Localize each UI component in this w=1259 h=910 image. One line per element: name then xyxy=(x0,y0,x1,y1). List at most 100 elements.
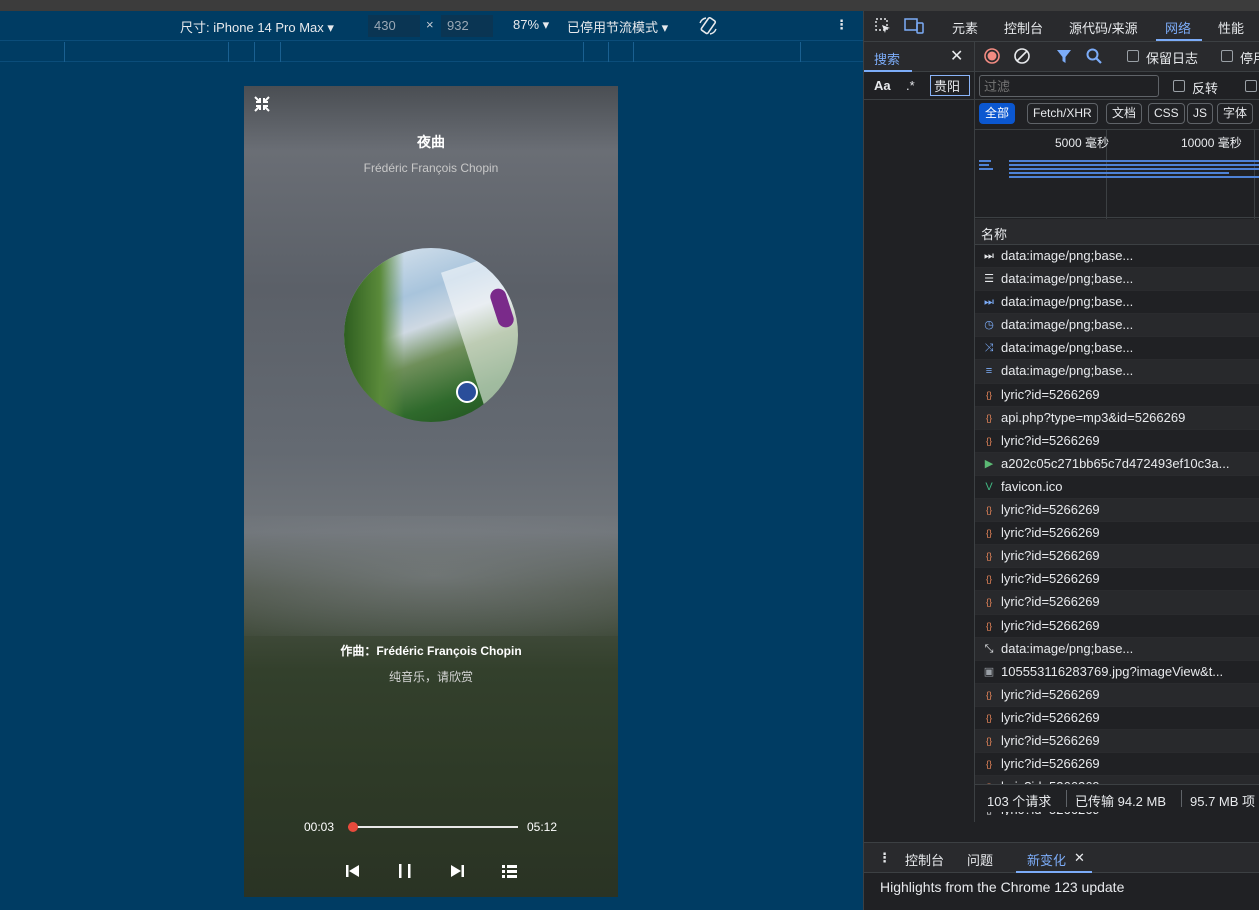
request-row[interactable]: {} api.php?type=mp3&id=5266269 xyxy=(975,406,1259,430)
rotate-icon[interactable] xyxy=(697,15,719,37)
request-name: lyric?id=5266269 xyxy=(1001,386,1100,402)
device-select[interactable]: 尺寸: iPhone 14 Pro Max ▾ xyxy=(180,17,334,36)
zoom-select[interactable]: 87% ▾ xyxy=(513,17,549,33)
request-row[interactable]: {} lyric?id=5266269 xyxy=(975,683,1259,707)
request-count: 103 个请求 xyxy=(987,794,1052,809)
request-row[interactable]: {} lyric?id=5266269 xyxy=(975,591,1259,615)
devtools-panel: 元素 控制台 源代码/来源 网络 性能 搜索 ✕ Aa .* 贵阳 保留日志 停… xyxy=(863,11,1259,910)
times-sign: × xyxy=(426,17,434,32)
timeline-label-5000: 5000 毫秒 xyxy=(1055,136,1110,150)
request-name: lyric?id=5266269 xyxy=(1001,594,1100,610)
search-input[interactable] xyxy=(930,75,970,96)
record-icon[interactable] xyxy=(983,47,1001,65)
invert-label: 反转 xyxy=(1192,81,1219,96)
request-row[interactable]: ⤡ data:image/png;base... xyxy=(975,637,1259,661)
close-icon[interactable]: ✕ xyxy=(1074,850,1085,866)
transferred-size: 已传输 94.2 MB xyxy=(1075,794,1167,809)
request-row[interactable]: Vfavicon.ico xyxy=(975,476,1259,500)
request-row[interactable]: {} lyric?id=5266269 xyxy=(975,707,1259,730)
request-name: lyric?id=5266269 xyxy=(1001,548,1100,564)
close-icon[interactable]: ✕ xyxy=(950,46,963,66)
request-row[interactable]: ⏭ data:image/png;base... xyxy=(975,291,1259,315)
chevron-down-icon: ▾ xyxy=(542,17,550,32)
search-drawer: 搜索 ✕ Aa .* xyxy=(864,42,975,822)
lyric-line-current: 作曲：Frédéric François Chopin xyxy=(340,644,522,658)
search-icon[interactable] xyxy=(1085,47,1103,65)
preserve-log-checkbox[interactable] xyxy=(1127,50,1139,62)
drawer-tabbar: ⋮ 控制台 问题 新变化 ✕ xyxy=(864,842,1259,873)
request-row[interactable]: ≡ data:image/png;base... xyxy=(975,360,1259,384)
column-header-name[interactable]: 名称 xyxy=(975,219,1259,245)
request-row[interactable]: ◷ data:image/png;base... xyxy=(975,314,1259,338)
chevron-down-icon: ▾ xyxy=(661,20,669,35)
request-row[interactable]: ⤨ data:image/png;base... xyxy=(975,337,1259,361)
progress-slider[interactable] xyxy=(347,822,518,832)
request-row[interactable]: {} lyric?id=5266269 xyxy=(975,430,1259,453)
network-panel: 保留日志 停用 反转 全部 Fetch/XHR 文档 CSS JS 字体 500… xyxy=(975,42,1259,822)
request-name: data:image/png;base... xyxy=(1001,640,1134,656)
request-row[interactable]: {} lyric?id=5266269 xyxy=(975,615,1259,638)
height-input[interactable]: 932 xyxy=(441,15,493,37)
request-row[interactable]: {} lyric?id=5266269 xyxy=(975,729,1259,754)
next-icon[interactable] xyxy=(448,862,466,880)
pause-icon[interactable] xyxy=(396,862,414,880)
request-name: api.php?type=mp3&id=5266269 xyxy=(1001,409,1186,425)
drawer-tab-issues[interactable]: 问题 xyxy=(967,850,993,869)
type-css[interactable]: CSS xyxy=(1148,103,1185,124)
more-options-icon[interactable]: ⋮ xyxy=(835,17,848,33)
type-all[interactable]: 全部 xyxy=(979,103,1016,124)
invert-checkbox[interactable] xyxy=(1173,80,1185,92)
json-icon: {} xyxy=(985,435,992,446)
request-row[interactable]: {} lyric?id=5266269 xyxy=(975,522,1259,546)
request-row[interactable]: {} lyric?id=5266269 xyxy=(975,384,1259,407)
tab-network[interactable]: 网络 xyxy=(1165,18,1191,37)
json-icon: {} xyxy=(985,759,992,770)
search-tab[interactable]: 搜索 xyxy=(874,49,900,68)
device-toggle-icon[interactable] xyxy=(904,17,924,35)
json-icon: {} xyxy=(985,412,992,423)
previous-icon[interactable] xyxy=(344,862,362,880)
type-js[interactable]: JS xyxy=(1187,103,1214,124)
drawer-tab-console[interactable]: 控制台 xyxy=(905,850,944,869)
network-status-bar: 103 个请求 已传输 94.2 MB 95.7 MB 项 xyxy=(975,784,1259,812)
request-row[interactable]: ⏭ data:image/png;base... xyxy=(975,245,1259,269)
filter-input[interactable] xyxy=(979,75,1159,97)
drawer-menu-icon[interactable]: ⋮ xyxy=(878,850,891,866)
disable-cache-checkbox[interactable] xyxy=(1221,50,1233,62)
tab-sources[interactable]: 源代码/来源 xyxy=(1069,18,1138,37)
playlist-icon[interactable] xyxy=(500,862,518,880)
request-name: favicon.ico xyxy=(1001,478,1063,494)
network-overview-timeline[interactable]: 5000 毫秒 10000 毫秒 xyxy=(975,129,1259,219)
type-font[interactable]: 字体 xyxy=(1217,103,1254,124)
hide-data-urls-checkbox[interactable] xyxy=(1245,80,1257,92)
request-row[interactable]: ▶ a202c05c271bb65c7d472493ef10c3a... xyxy=(975,452,1259,476)
exit-fullscreen-icon[interactable] xyxy=(254,96,270,112)
clear-icon[interactable] xyxy=(1013,47,1031,65)
type-fetch-xhr[interactable]: Fetch/XHR xyxy=(1027,103,1098,124)
lyric-line-next: 纯音乐，请欣赏 xyxy=(388,670,473,684)
tab-elements[interactable]: 元素 xyxy=(952,18,978,37)
request-row[interactable]: ☰ data:image/png;base... xyxy=(975,268,1259,292)
json-icon: {} xyxy=(985,389,992,400)
filter-icon[interactable] xyxy=(1055,47,1073,65)
song-title: 夜曲 xyxy=(417,134,445,150)
drawer-tab-whats-new[interactable]: 新变化 xyxy=(1027,850,1066,869)
network-toolbar: 保留日志 停用 xyxy=(975,42,1259,72)
progress-knob[interactable] xyxy=(347,822,358,832)
request-row[interactable]: ▣ 105553116283769.jpg?imageView&t... xyxy=(975,661,1259,684)
request-name: data:image/png;base... xyxy=(1001,248,1134,263)
request-row[interactable]: {} lyric?id=5266269 xyxy=(975,499,1259,523)
inspect-element-icon[interactable] xyxy=(874,17,892,35)
type-doc[interactable]: 文档 xyxy=(1106,103,1143,124)
tab-console[interactable]: 控制台 xyxy=(1004,18,1043,37)
request-row[interactable]: {} lyric?id=5266269 xyxy=(975,545,1259,569)
throttle-select[interactable]: 已停用节流模式 ▾ xyxy=(567,17,668,36)
request-row[interactable]: {} lyric?id=5266269 xyxy=(975,753,1259,777)
image-icon: ▣ xyxy=(983,665,995,678)
tab-performance[interactable]: 性能 xyxy=(1218,18,1244,37)
match-case-toggle[interactable]: Aa xyxy=(874,78,891,93)
regex-toggle[interactable]: .* xyxy=(906,78,915,93)
request-row[interactable]: {} lyric?id=5266269 xyxy=(975,568,1259,592)
width-input[interactable]: 430 xyxy=(368,15,420,37)
request-name: a202c05c271bb65c7d472493ef10c3a... xyxy=(1001,455,1230,471)
